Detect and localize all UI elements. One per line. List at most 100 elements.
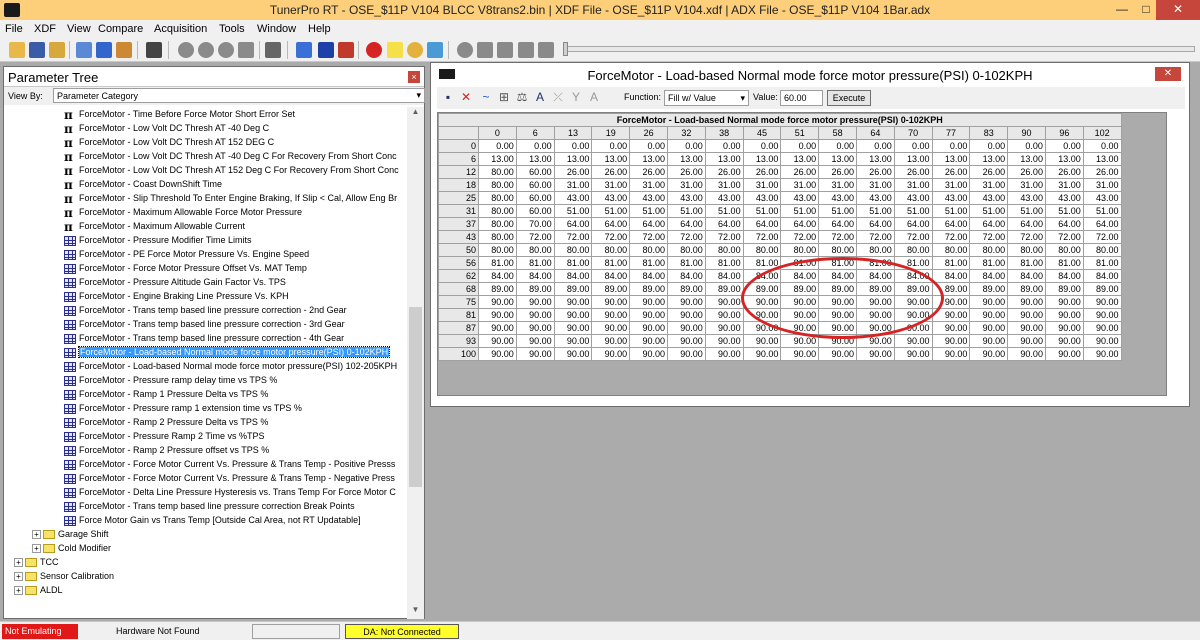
table-cell[interactable]: 72.00	[666, 230, 706, 244]
table-cell[interactable]: 80.00	[1044, 243, 1084, 257]
column-header[interactable]: 51	[780, 126, 820, 140]
row-header[interactable]: 0	[438, 139, 479, 153]
table-cell[interactable]: 89.00	[931, 282, 971, 296]
table-cell[interactable]: 90.00	[855, 321, 895, 335]
table-cell[interactable]: 26.00	[1082, 165, 1122, 179]
tree-item[interactable]: ForceMotor - Engine Braking Line Pressur…	[64, 289, 289, 303]
table-cell[interactable]: 80.00	[969, 243, 1009, 257]
table-cell[interactable]: 80.00	[742, 243, 782, 257]
save-icon[interactable]: ▪	[441, 90, 455, 104]
tree-item[interactable]: π ForceMotor - Slip Threshold To Enter En…	[64, 191, 397, 205]
table-cell[interactable]: 43.00	[629, 191, 668, 205]
table-cell[interactable]: 90.00	[591, 295, 631, 309]
table-cell[interactable]: 90.00	[893, 295, 933, 309]
table-cell[interactable]: 89.00	[515, 282, 555, 296]
table-cell[interactable]: 90.00	[855, 334, 895, 348]
table-cell[interactable]: 90.00	[818, 347, 857, 361]
table-cell[interactable]: 64.00	[1082, 217, 1122, 231]
execute-button[interactable]: Execute	[827, 90, 871, 106]
row-header[interactable]: 12	[438, 165, 479, 179]
table-cell[interactable]: 90.00	[1082, 308, 1122, 322]
table-cell[interactable]: 0.00	[1082, 139, 1122, 153]
table-cell[interactable]: 90.00	[780, 347, 820, 361]
chart-icon[interactable]	[427, 42, 443, 58]
table-cell[interactable]: 0.00	[515, 139, 555, 153]
tree-item[interactable]: ForceMotor - Pressure Modifier Time Limi…	[64, 233, 252, 247]
tree-item[interactable]: π ForceMotor - Low Volt DC Thresh AT -40 …	[64, 149, 397, 163]
table-cell[interactable]: 51.00	[780, 204, 820, 218]
playback-slider-thumb[interactable]	[563, 42, 568, 56]
table-cell[interactable]: 89.00	[893, 282, 933, 296]
table-cell[interactable]: 31.00	[931, 178, 971, 192]
table-cell[interactable]: 90.00	[1082, 347, 1122, 361]
table-cell[interactable]: 81.00	[591, 256, 631, 270]
tree-close-icon[interactable]: ×	[408, 71, 420, 83]
table-cell[interactable]: 90.00	[818, 308, 857, 322]
table-cell[interactable]: 81.00	[553, 256, 593, 270]
table-cell[interactable]: 90.00	[478, 334, 517, 348]
table-cell[interactable]: 26.00	[591, 165, 631, 179]
table-cell[interactable]: 90.00	[515, 347, 555, 361]
table-cell[interactable]: 51.00	[931, 204, 971, 218]
table-cell[interactable]: 90.00	[742, 295, 782, 309]
table-cell[interactable]: 13.00	[855, 152, 895, 166]
table-cell[interactable]: 84.00	[969, 269, 1009, 283]
table-cell[interactable]: 0.00	[855, 139, 895, 153]
tree-item[interactable]: π ForceMotor - Low Volt DC Thresh AT 152 …	[64, 135, 274, 149]
table-cell[interactable]: 72.00	[591, 230, 631, 244]
xdf-icon[interactable]	[96, 42, 112, 58]
table-cell[interactable]: 90.00	[742, 321, 782, 335]
table-cell[interactable]: 72.00	[1044, 230, 1084, 244]
table-cell[interactable]: 90.00	[780, 334, 820, 348]
menu-tools[interactable]: Tools	[219, 23, 245, 35]
table-cell[interactable]: 0.00	[931, 139, 971, 153]
table-cell[interactable]: 43.00	[1082, 191, 1122, 205]
table-cell[interactable]: 84.00	[591, 269, 631, 283]
table-cell[interactable]: 90.00	[629, 321, 668, 335]
table-cell[interactable]: 89.00	[855, 282, 895, 296]
table-cell[interactable]: 90.00	[591, 347, 631, 361]
table-cell[interactable]: 51.00	[893, 204, 933, 218]
table-cell[interactable]: 80.00	[629, 243, 668, 257]
table-cell[interactable]: 80.00	[1007, 243, 1046, 257]
table-cell[interactable]: 80.00	[1082, 243, 1122, 257]
table-cell[interactable]: 89.00	[629, 282, 668, 296]
open-folder-icon[interactable]	[9, 42, 25, 58]
table-cell[interactable]: 90.00	[969, 347, 1009, 361]
dashboard-icon[interactable]	[407, 42, 423, 58]
table-cell[interactable]: 72.00	[629, 230, 668, 244]
table-cell[interactable]: 84.00	[1044, 269, 1084, 283]
table-cell[interactable]: 90.00	[515, 334, 555, 348]
table-cell[interactable]: 84.00	[855, 269, 895, 283]
adx-icon[interactable]	[116, 42, 132, 58]
expand-icon[interactable]: +	[14, 586, 23, 595]
table-cell[interactable]: 31.00	[591, 178, 631, 192]
play-icon[interactable]	[477, 42, 493, 58]
table-cell[interactable]: 64.00	[780, 217, 820, 231]
table-cell[interactable]: 0.00	[1044, 139, 1084, 153]
table-cell[interactable]: 90.00	[629, 295, 668, 309]
table-cell[interactable]: 13.00	[969, 152, 1009, 166]
function-select[interactable]: Fill w/ Value ▾	[664, 90, 749, 106]
column-header[interactable]: 32	[666, 126, 706, 140]
table-cell[interactable]: 80.00	[478, 230, 517, 244]
table-cell[interactable]: 43.00	[969, 191, 1009, 205]
table-cell[interactable]: 51.00	[1082, 204, 1122, 218]
row-header[interactable]: 25	[438, 191, 479, 205]
table-cell[interactable]: 64.00	[818, 217, 857, 231]
table-cell[interactable]: 64.00	[893, 217, 933, 231]
tree-item[interactable]: π ForceMotor - Maximum Allowable Force Mo…	[64, 205, 302, 219]
table-cell[interactable]: 90.00	[1007, 334, 1046, 348]
column-header[interactable]: 0	[478, 126, 517, 140]
row-header[interactable]: 31	[438, 204, 479, 218]
table-cell[interactable]: 84.00	[553, 269, 593, 283]
table-cell[interactable]: 81.00	[1082, 256, 1122, 270]
table-cell[interactable]: 0.00	[893, 139, 933, 153]
table-cell[interactable]: 81.00	[893, 256, 933, 270]
tree-item[interactable]: ForceMotor - Ramp 1 Pressure Delta vs TP…	[64, 387, 268, 401]
column-header[interactable]: 77	[931, 126, 971, 140]
table-cell[interactable]: 13.00	[1007, 152, 1046, 166]
table-cell[interactable]: 84.00	[780, 269, 820, 283]
table-cell[interactable]: 80.00	[478, 217, 517, 231]
table-cell[interactable]: 26.00	[855, 165, 895, 179]
